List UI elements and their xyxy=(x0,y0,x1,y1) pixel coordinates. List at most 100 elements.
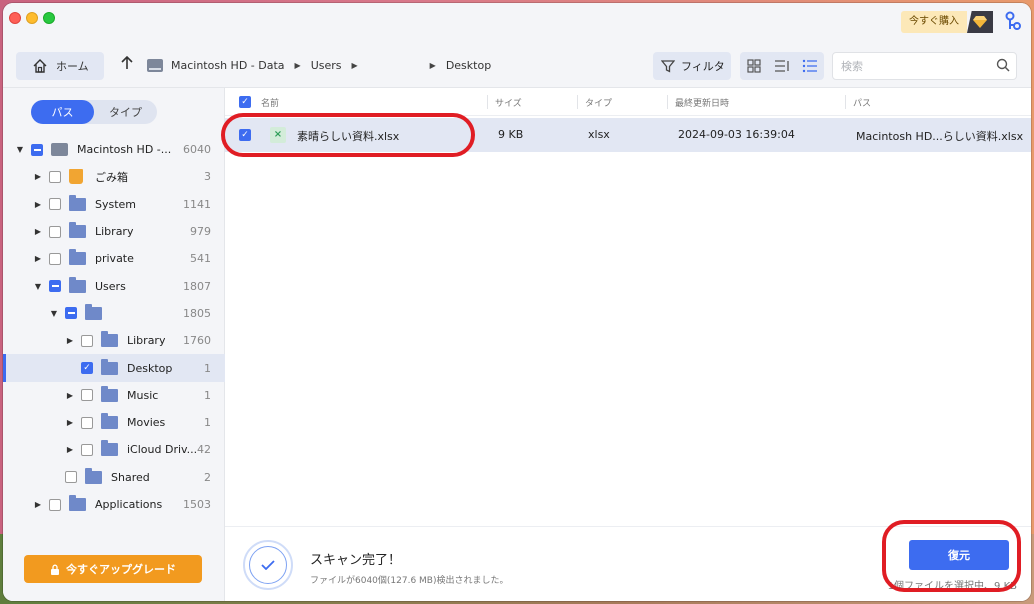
sidebar-item-[interactable]: ▶ ごみ箱 3 xyxy=(3,163,225,190)
column-header-size[interactable]: サイズ xyxy=(495,96,522,109)
hard-drive-icon xyxy=(51,143,68,157)
account-key-icon[interactable] xyxy=(1005,11,1021,36)
chevron-down-icon[interactable]: ▼ xyxy=(49,309,59,318)
restore-button[interactable]: 復元 xyxy=(909,540,1009,570)
minimize-button[interactable] xyxy=(26,12,38,24)
chevron-right-icon[interactable]: ▶ xyxy=(65,418,75,427)
filter-button[interactable]: フィルタ xyxy=(653,52,731,80)
sidebar-item-label: private xyxy=(95,252,134,266)
sidebar-item-count: 1 xyxy=(204,388,211,402)
zoom-button[interactable] xyxy=(43,12,55,24)
row-checkbox[interactable]: ✓ xyxy=(239,129,251,141)
chevron-right-icon: ▶ xyxy=(429,61,436,70)
detail-list-view-icon[interactable] xyxy=(768,52,796,80)
tree-checkbox[interactable] xyxy=(49,170,61,183)
chevron-down-icon[interactable]: ▼ xyxy=(15,145,25,154)
select-all-checkbox[interactable]: ✓ xyxy=(239,96,251,108)
selection-info: 1個ファイルを選択中、9 KB xyxy=(887,581,1017,592)
sidebar-item-label: System xyxy=(95,197,137,211)
sidebar-item-shared[interactable]: Shared 2 xyxy=(3,464,225,491)
sidebar-view-tabs: パス タイプ xyxy=(31,100,157,124)
chevron-right-icon[interactable]: ▶ xyxy=(65,391,75,400)
list-view-icon[interactable] xyxy=(796,52,824,80)
tree-checkbox[interactable] xyxy=(81,334,93,347)
sidebar-item-movies[interactable]: ▶ Movies 1 xyxy=(3,409,225,436)
tree-checkbox[interactable] xyxy=(49,280,61,293)
search-input[interactable] xyxy=(833,53,983,79)
home-button[interactable]: ホーム xyxy=(16,52,104,80)
sidebar-item-count: 42 xyxy=(197,443,211,457)
sidebar-item-users[interactable]: ▼ Users 1807 xyxy=(3,272,225,299)
sidebar-item-count: 6040 xyxy=(183,143,211,157)
sidebar-item-applications[interactable]: ▶ Applications 1503 xyxy=(3,491,225,518)
sidebar-item-system[interactable]: ▶ System 1141 xyxy=(3,191,225,218)
chevron-down-icon[interactable]: ▼ xyxy=(33,282,43,291)
filter-icon xyxy=(661,60,675,73)
column-divider xyxy=(487,95,488,109)
tree-checkbox[interactable] xyxy=(31,143,43,156)
up-arrow-icon[interactable] xyxy=(121,55,133,74)
search-icon[interactable] xyxy=(996,58,1010,72)
file-modified: 2024-09-03 16:39:04 xyxy=(678,128,795,141)
sidebar-item-count: 1805 xyxy=(183,306,211,320)
sidebar-item-macintosh-hd[interactable]: ▼ Macintosh HD -... 6040 xyxy=(3,136,225,163)
chevron-right-icon[interactable]: ▶ xyxy=(65,336,75,345)
tree-checkbox[interactable] xyxy=(65,471,77,484)
grid-view-icon[interactable] xyxy=(740,52,768,80)
tree-checkbox[interactable] xyxy=(49,498,61,511)
tree-checkbox[interactable] xyxy=(81,416,93,429)
buy-now-button[interactable]: 今すぐ購入 xyxy=(901,11,993,33)
file-list: ✓ 名前 サイズ タイプ 最終更新日時 パス ✓ × 素晴らしい資料.xlsx … xyxy=(225,88,1031,526)
chevron-right-icon[interactable]: ▶ xyxy=(33,227,43,236)
sidebar-item-icloud-driv[interactable]: ▶ iCloud Driv... 42 xyxy=(3,436,225,463)
table-row[interactable]: ✓ × 素晴らしい資料.xlsx 9 KB xlsx 2024-09-03 16… xyxy=(225,118,1031,152)
column-header-path[interactable]: パス xyxy=(853,96,871,109)
chevron-right-icon[interactable]: ▶ xyxy=(33,172,43,181)
file-type: xlsx xyxy=(588,128,610,141)
upgrade-button[interactable]: 今すぐアップグレード xyxy=(24,555,202,583)
column-header-type[interactable]: タイプ xyxy=(585,96,612,109)
tab-type[interactable]: タイプ xyxy=(94,100,157,124)
sidebar-item-music[interactable]: ▶ Music 1 xyxy=(3,382,225,409)
sidebar-item-user-folder[interactable]: ▼ 1805 xyxy=(3,300,225,327)
sidebar-item-label: Library xyxy=(95,225,134,239)
folder-icon xyxy=(101,440,118,457)
folder-icon xyxy=(69,249,86,266)
search-box xyxy=(832,52,1017,80)
folder-icon xyxy=(69,194,86,211)
breadcrumb-item-drive[interactable]: Macintosh HD - Data xyxy=(171,59,285,72)
chevron-right-icon[interactable]: ▶ xyxy=(33,500,43,509)
folder-icon xyxy=(69,222,86,239)
breadcrumb-item-desktop[interactable]: Desktop xyxy=(446,59,491,72)
tree-checkbox[interactable] xyxy=(49,198,61,211)
chevron-right-icon[interactable]: ▶ xyxy=(33,200,43,209)
tree-checkbox[interactable] xyxy=(49,225,61,238)
sidebar-item-private[interactable]: ▶ private 541 xyxy=(3,245,225,272)
column-header-name[interactable]: 名前 xyxy=(261,96,279,109)
sidebar-item-count: 2 xyxy=(204,470,211,484)
view-mode-switcher xyxy=(740,52,824,80)
column-header-modified[interactable]: 最終更新日時 xyxy=(675,96,729,109)
sidebar-item-library[interactable]: ▶ Library 979 xyxy=(3,218,225,245)
close-button[interactable] xyxy=(9,12,21,24)
folder-icon xyxy=(101,331,118,348)
sidebar-item-label: Library xyxy=(127,334,166,348)
file-size: 9 KB xyxy=(498,128,524,141)
scan-status-title: スキャン完了！ xyxy=(310,553,402,568)
sidebar-item-desktop[interactable]: ✓ Desktop 1 xyxy=(3,354,225,382)
sidebar-item-library[interactable]: ▶ Library 1760 xyxy=(3,327,225,354)
tree-checkbox[interactable]: ✓ xyxy=(81,362,93,375)
sidebar-item-count: 1760 xyxy=(183,334,211,348)
folder-icon xyxy=(69,276,86,293)
chevron-right-icon[interactable]: ▶ xyxy=(33,254,43,263)
chevron-right-icon[interactable]: ▶ xyxy=(65,445,75,454)
tree-checkbox[interactable] xyxy=(81,443,93,456)
breadcrumb-item-users[interactable]: Users xyxy=(311,59,342,72)
tree-checkbox[interactable] xyxy=(81,389,93,402)
tab-path[interactable]: パス xyxy=(31,100,94,124)
tree-checkbox[interactable] xyxy=(65,307,77,320)
tree-checkbox[interactable] xyxy=(49,252,61,265)
sidebar-item-label: Shared xyxy=(111,470,150,484)
sidebar-item-label: ごみ箱 xyxy=(95,170,128,184)
sidebar-item-label: Movies xyxy=(127,416,166,430)
